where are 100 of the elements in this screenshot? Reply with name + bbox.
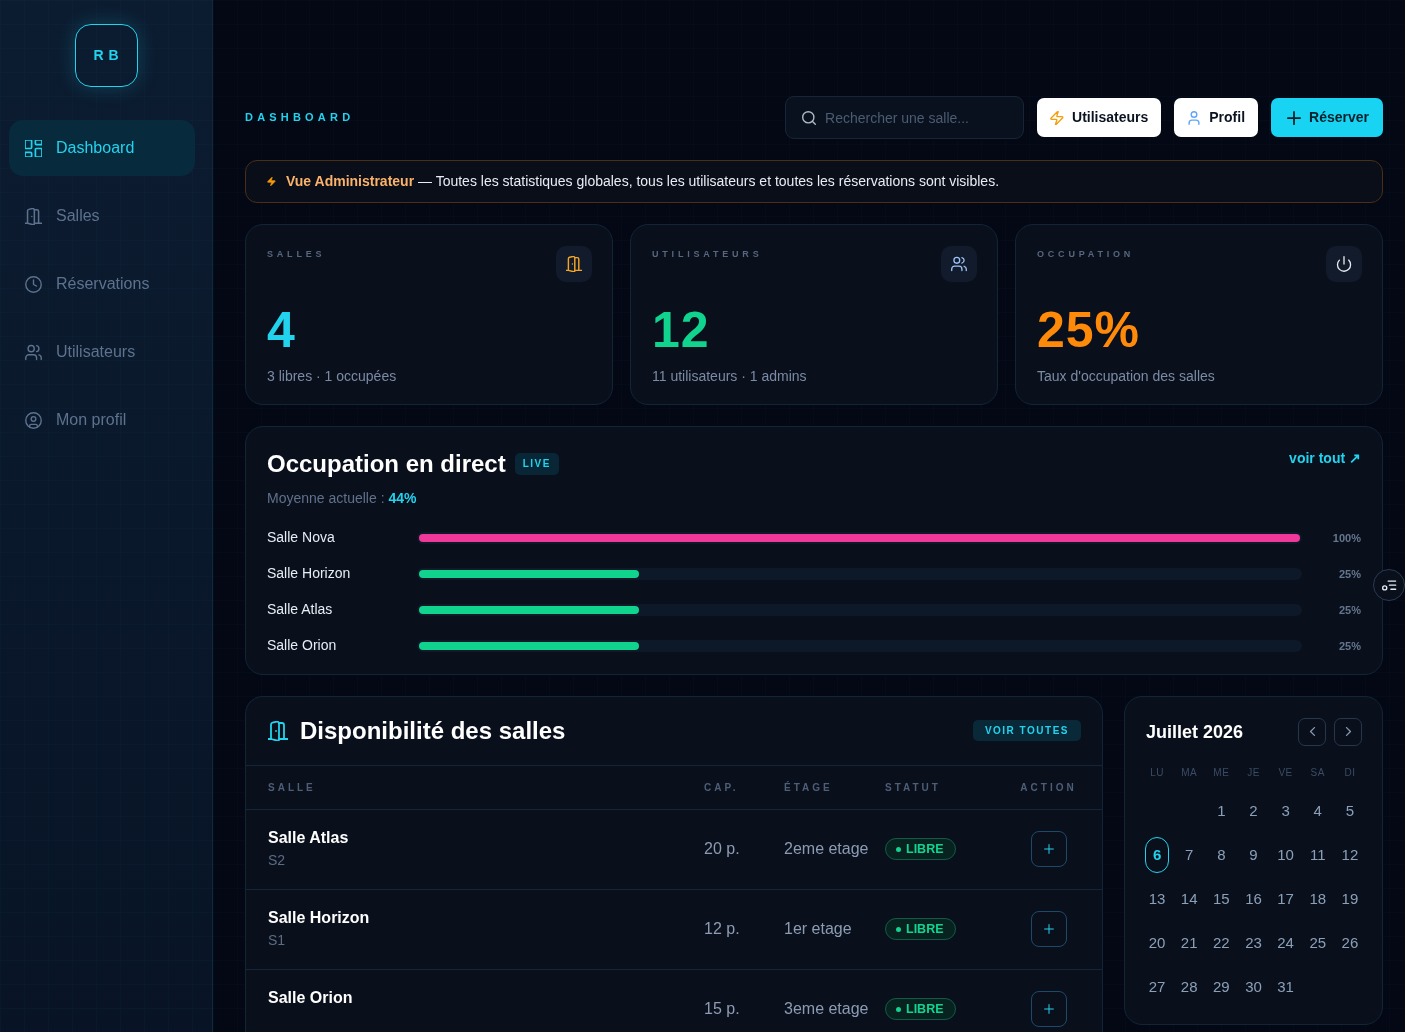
plus-icon [1043,924,1054,935]
stat-label: UTILISATEURS [652,247,763,261]
table-cell-text: 1er etage [784,919,852,940]
search-field[interactable]: Rechercher une salle... [785,96,1025,139]
profile-button[interactable]: Profil [1174,98,1259,137]
column-header: CAP. [704,780,739,795]
lightning-icon [1050,110,1065,125]
calendar-day[interactable]: 7 [1185,845,1194,864]
calendar-day[interactable]: 9 [1249,845,1258,864]
chevron-right-icon [1343,727,1353,737]
lightning-icon [267,176,276,186]
door-icon [25,207,42,225]
sidebar-item[interactable]: Utilisateurs [9,324,195,380]
calendar-day[interactable]: 29 [1213,977,1230,996]
room-name: Salle Nova [267,528,335,548]
users-button[interactable]: Utilisateurs [1037,98,1162,137]
calendar-day[interactable]: 16 [1245,889,1262,908]
users-icon [941,245,977,282]
calendar-day[interactable]: 17 [1277,889,1294,908]
column-header: SALLE [268,780,316,795]
calendar-day[interactable]: 3 [1281,801,1290,820]
add-button[interactable] [1030,991,1067,1028]
door-icon [556,245,592,282]
calendar-day[interactable]: 14 [1180,889,1198,908]
view-all-button[interactable]: VOIR TOUTES [972,720,1081,742]
calendar-day[interactable]: 20 [1148,933,1166,952]
table-cell-text: 15 p. [704,999,740,1020]
calendar-day[interactable]: 10 [1277,845,1294,864]
calendar-day[interactable]: 26 [1341,933,1359,952]
room-name: Salle Orion [268,988,353,1009]
calendar-day[interactable]: 8 [1217,845,1226,864]
stat-detail: Taux d'occupation des salles [1037,366,1215,385]
calendar-day[interactable]: 5 [1345,801,1355,820]
plus-icon [1043,1004,1054,1015]
column-header: ACTION [1020,780,1077,795]
stat-detail: 11 utilisateurs · 1 admins [652,366,807,385]
room-name: Salle Atlas [267,600,333,620]
sidebar-item[interactable]: Salles [9,188,195,244]
logo: RB [74,24,138,87]
grid-icon [25,139,42,157]
view-all-link[interactable]: voir tout ↗ [1289,448,1361,467]
weekday-label: JE [1247,766,1260,781]
calendar-day[interactable]: 28 [1180,977,1198,996]
calendar-day[interactable]: 2 [1249,801,1258,820]
calendar-day[interactable]: 19 [1341,889,1359,908]
sidebar-item[interactable]: Dashboard [9,120,195,176]
next-month-button[interactable] [1334,717,1362,746]
calendar-day[interactable]: 25 [1309,933,1327,952]
calendar-day[interactable]: 12 [1341,845,1359,864]
status-badge: LIBRE [885,998,956,1021]
chevron-left-icon [1307,727,1317,737]
sidebar-item[interactable]: Mon profil [9,392,195,448]
calendar-day[interactable]: 13 [1148,889,1166,908]
weekday-label: DI [1344,766,1356,781]
add-button[interactable] [1030,831,1067,868]
status-dot-icon [896,926,901,932]
table-cell-text: 20 p. [704,839,740,860]
user-icon [1187,110,1202,125]
calendar-day[interactable]: 23 [1245,933,1262,952]
calendar-day[interactable]: 21 [1180,933,1198,952]
status-dot-icon [896,1006,901,1012]
stat-value: 12 [652,305,710,354]
add-button[interactable] [1030,911,1067,948]
calendar-day[interactable]: 18 [1309,889,1327,908]
calendar-day[interactable]: 24 [1277,933,1294,952]
banner-text: Vue Administrateur — Toutes les statistiques globales, tous les utilisateurs et toutes les réservations sont visibles. [286,171,1000,191]
calendar-day[interactable]: 4 [1313,801,1322,820]
room-name: Salle Atlas [268,828,349,849]
weekday-label: MA [1181,766,1198,781]
average-text: Moyenne actuelle : 44% [267,488,417,507]
live-badge: LIVE [514,452,559,475]
weekday-label: VE [1278,766,1293,781]
table-cell-text: 12 p. [704,919,740,940]
room-code: S2 [268,851,286,870]
calendar-day[interactable]: 30 [1245,977,1262,996]
status-badge: LIBRE [885,838,956,861]
reserve-button[interactable]: Réserver [1271,98,1383,137]
user-circle-icon [25,411,42,429]
percent-text: 100% [1332,530,1361,546]
power-icon [1326,245,1362,282]
calendar-day[interactable]: 22 [1213,933,1230,952]
weekday-label: SA [1310,766,1325,781]
calendar-day[interactable]: 27 [1148,977,1166,996]
calendar-day[interactable]: 31 [1277,977,1294,996]
sidebar-item[interactable]: Réservations [9,256,195,312]
previous-month-button[interactable] [1298,717,1326,746]
calendar-title: Juillet 2026 [1146,720,1244,743]
page-title: DASHBOARD [245,110,355,126]
percent-text: 25% [1338,566,1361,582]
status-dot-icon [896,846,901,852]
calendar-day[interactable]: 1 [1217,801,1226,820]
plus-icon [1043,844,1054,855]
stat-detail: 3 libres · 1 occupées [267,366,397,385]
section-title: Disponibilité des salles [300,715,566,746]
calendar-day[interactable]: 11 [1310,845,1326,864]
calendar-day[interactable]: 15 [1213,889,1230,908]
search-icon [802,110,817,125]
status-badge: LIBRE [885,918,956,941]
table-cell-text: 2eme etage [784,839,869,860]
door-icon [268,720,288,741]
